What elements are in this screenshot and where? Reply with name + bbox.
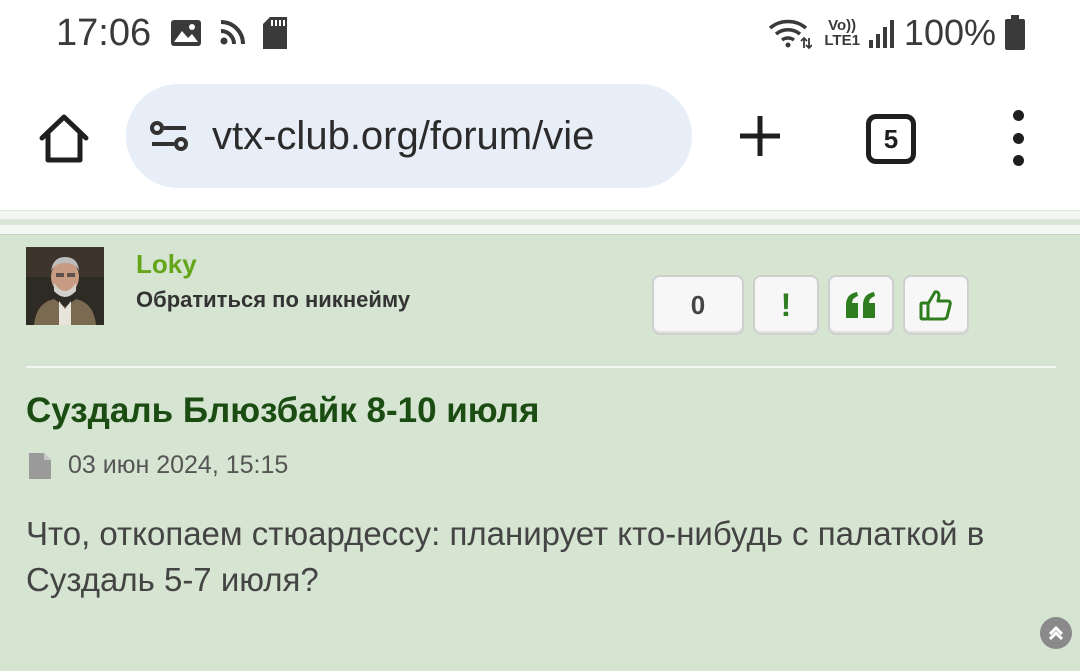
lte-network-label: LTE1 [824, 32, 860, 49]
battery-percent: 100% [903, 12, 996, 53]
address-bar[interactable]: vtx-club.org/forum/vie [126, 84, 692, 188]
tab-count: 5 [883, 123, 899, 154]
page-top-border [0, 210, 1080, 234]
report-button[interactable]: ! [753, 275, 819, 335]
avatar-image [26, 247, 104, 325]
post-author[interactable]: Loky [136, 249, 197, 280]
signal-icon [868, 20, 894, 48]
menu-dot [1012, 155, 1024, 166]
post-divider [26, 366, 1056, 368]
reaction-count-button[interactable]: 0 [652, 275, 744, 335]
wifi-icon [769, 19, 813, 50]
site-settings-icon[interactable] [148, 115, 190, 157]
post-body: Что, откопаем стюардессу: планирует кто-… [26, 515, 985, 598]
status-time: 17:06 [56, 12, 152, 54]
forum-post: Loky Обратиться по никнейму 0 ! Суздаль … [0, 234, 1080, 671]
browser-toolbar: vtx-club.org/forum/vie 5 [0, 70, 1080, 210]
home-icon[interactable] [36, 110, 92, 166]
quote-icon [846, 292, 875, 318]
scroll-to-top-button[interactable] [1040, 617, 1072, 649]
page-top-stripe [0, 219, 1080, 225]
avatar[interactable] [26, 247, 104, 325]
image-icon [171, 20, 201, 46]
more-vert-icon[interactable] [1010, 110, 1026, 166]
battery-icon [1005, 15, 1025, 50]
post-date: 03 июн 2024, 15:15 [68, 451, 289, 479]
nfc-icon [220, 20, 245, 45]
menu-dot [1012, 132, 1024, 144]
thumbs-up-icon [919, 290, 952, 321]
url-text[interactable]: vtx-club.org/forum/vie [212, 114, 594, 159]
post-title[interactable]: Суздаль Блюзбайк 8-10 июля [26, 391, 539, 431]
status-bar: 17:06 Vo)) LTE1 100% [0, 0, 1080, 70]
plus-icon[interactable] [738, 114, 782, 158]
like-button[interactable] [903, 275, 969, 335]
post-meta: 03 июн 2024, 15:15 [28, 451, 288, 480]
lte-icon: Vo)) LTE1 [824, 18, 860, 48]
tabs-icon[interactable]: 5 [866, 114, 916, 164]
sd-card-icon [263, 17, 287, 49]
status-notifications [170, 16, 288, 50]
chevron-up-icon [1048, 625, 1064, 641]
status-system-icons: Vo)) LTE1 100% [768, 12, 1026, 54]
lte-volte-label: Vo)) [828, 17, 857, 34]
reaction-count: 0 [690, 289, 706, 320]
mention-by-nickname-link[interactable]: Обратиться по никнейму [136, 287, 410, 313]
file-icon [29, 452, 51, 479]
menu-dot [1012, 110, 1024, 121]
quote-button[interactable] [828, 275, 894, 335]
report-icon: ! [780, 286, 792, 323]
